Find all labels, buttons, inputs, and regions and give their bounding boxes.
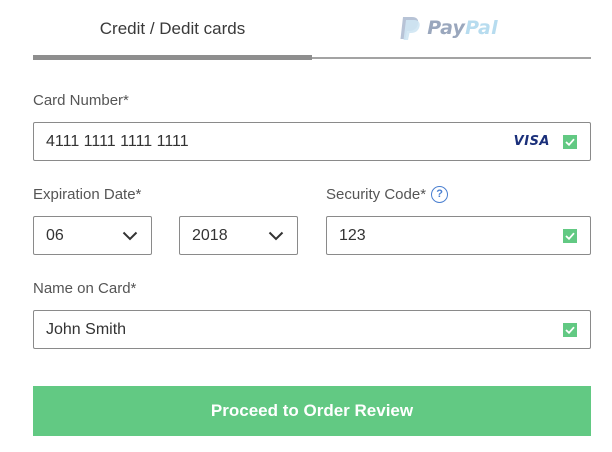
security-code-label: Security Code*? bbox=[326, 185, 449, 204]
security-code-field[interactable]: 123 bbox=[326, 216, 591, 255]
name-on-card-label: Name on Card* bbox=[33, 280, 137, 297]
paypal-wordmark: PayPal bbox=[427, 17, 498, 39]
chevron-down-icon bbox=[122, 231, 138, 241]
security-code-value: 123 bbox=[339, 226, 366, 244]
name-on-card-field[interactable]: John Smith bbox=[33, 310, 591, 349]
paypal-logo: PayPal bbox=[399, 15, 498, 41]
help-icon[interactable]: ? bbox=[431, 185, 449, 203]
tab-paypal[interactable]: PayPal bbox=[312, 0, 591, 61]
expiration-date-label: Expiration Date* bbox=[33, 186, 142, 203]
check-icon bbox=[563, 135, 577, 149]
tab-credit-card-label: Credit / Dedit cards bbox=[99, 18, 246, 38]
card-number-field[interactable]: 4111 1111 1111 1111 VISA bbox=[33, 122, 591, 161]
payment-method-tabs: Credit / Dedit cards PayPal bbox=[33, 0, 591, 61]
card-number-label: Card Number* bbox=[33, 92, 129, 109]
proceed-to-order-review-button[interactable]: Proceed to Order Review bbox=[33, 386, 591, 436]
card-number-value: 4111 1111 1111 1111 bbox=[46, 132, 189, 150]
tab-credit-card[interactable]: Credit / Dedit cards bbox=[33, 0, 312, 61]
paypal-wordmark-pal: Pal bbox=[465, 16, 498, 39]
chevron-down-icon bbox=[268, 231, 284, 241]
check-icon bbox=[563, 229, 577, 243]
name-on-card-value: John Smith bbox=[46, 320, 127, 338]
security-code-label-text: Security Code* bbox=[326, 186, 427, 203]
expiration-month-select[interactable]: 06 bbox=[33, 216, 152, 255]
tab-active-indicator bbox=[33, 55, 312, 60]
paypal-wordmark-pay: Pay bbox=[427, 16, 466, 39]
expiration-year-select[interactable]: 2018 bbox=[179, 216, 298, 255]
paypal-icon bbox=[400, 16, 420, 40]
check-icon bbox=[563, 323, 577, 337]
visa-logo: VISA bbox=[513, 134, 550, 149]
